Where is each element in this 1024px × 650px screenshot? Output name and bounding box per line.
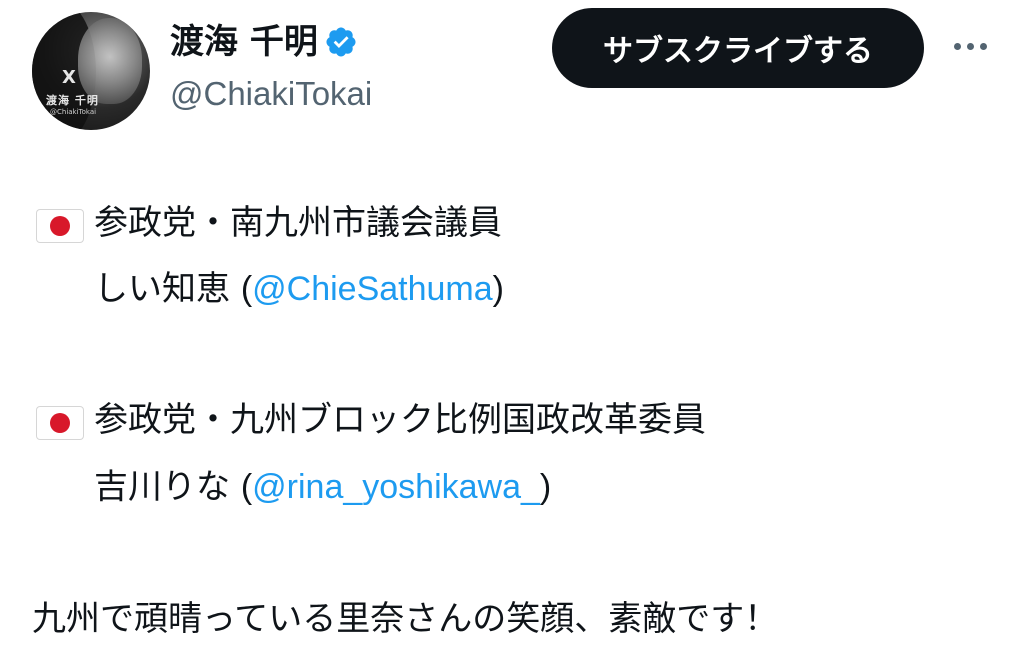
tweet-header: X 渡海 千明 @ChiakiTokai 渡海 千明 @ChiakiTokai …	[0, 0, 1024, 140]
more-dot-icon	[966, 42, 974, 50]
paren-open: (	[240, 468, 253, 506]
tweet-line-yoshikawa-rina: 吉川りな (@rina_yoshikawa_)	[94, 464, 551, 510]
more-options-button[interactable]	[946, 26, 994, 66]
flag-sun	[50, 413, 70, 433]
avatar-name: 渡海 千明	[46, 94, 99, 107]
paren-close: )	[492, 270, 504, 308]
avatar-x-mark: X	[62, 67, 76, 88]
avatar[interactable]: X 渡海 千明 @ChiakiTokai	[32, 12, 150, 130]
mention-link[interactable]: @ChieSathuma	[252, 270, 493, 308]
more-dot-icon	[953, 42, 961, 50]
tweet-line-sanseito-kyushu-block: 参政党・九州ブロック比例国政改革委員	[94, 400, 706, 440]
avatar-handle: @ChiakiTokai	[50, 108, 97, 116]
mention-link[interactable]: @rina_yoshikawa_	[252, 468, 540, 506]
tweet-line-sanseito-minamikyushu: 参政党・南九州市議会議員	[94, 203, 502, 243]
paren-open: (	[240, 270, 253, 308]
name-row: 渡海 千明	[170, 20, 358, 64]
display-name[interactable]: 渡海 千明	[170, 20, 318, 64]
tweet-line-closing: 九州で頑晴っている里奈さんの笑顔、素敵です！	[32, 599, 779, 639]
person-name: しい知恵	[94, 269, 241, 309]
person-name: 吉川りな	[94, 467, 241, 507]
more-dot-icon	[979, 42, 987, 50]
japan-flag-icon	[36, 406, 84, 440]
tweet-line-shii-chie: しい知恵 (@ChieSathuma)	[94, 266, 504, 312]
verified-badge-icon[interactable]	[324, 25, 358, 59]
japan-flag-icon	[36, 209, 84, 243]
user-handle[interactable]: @ChiakiTokai	[170, 72, 372, 116]
subscribe-button[interactable]: サブスクライブする	[552, 8, 924, 88]
flag-sun	[50, 216, 70, 236]
paren-close: )	[539, 468, 552, 506]
